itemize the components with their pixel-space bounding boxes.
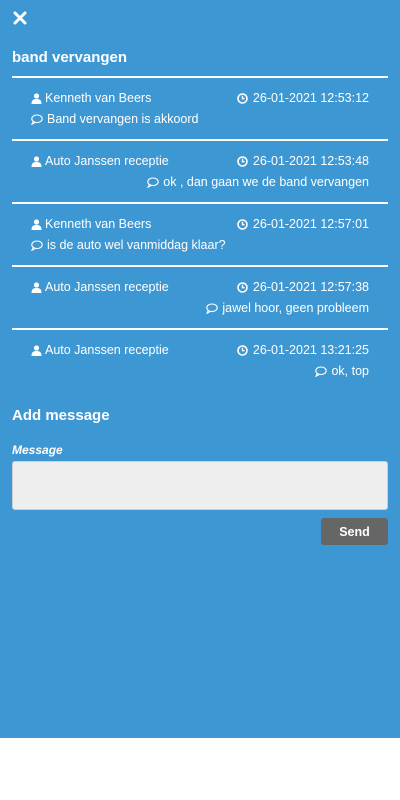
message-body: ok, top (331, 364, 369, 378)
timestamp: 26-01-2021 12:57:01 (252, 217, 369, 231)
message-text: jawel hoor, geen probleem (206, 301, 369, 315)
author-name: Auto Janssen receptie (45, 154, 169, 168)
author-name: Auto Janssen receptie (45, 280, 169, 294)
user-icon (31, 344, 42, 356)
clock-icon (237, 155, 248, 167)
message-author: Kenneth van Beers (31, 91, 151, 105)
clock-icon (237, 344, 248, 356)
author-name: Kenneth van Beers (45, 217, 152, 231)
message-item: Auto Janssen receptie 26-01-2021 13:21:2… (12, 328, 388, 391)
user-icon (31, 218, 42, 230)
user-icon (31, 92, 42, 104)
message-time: 26-01-2021 12:53:48 (237, 154, 369, 168)
send-button[interactable]: Send (321, 518, 388, 545)
timestamp: 26-01-2021 12:53:48 (252, 154, 369, 168)
close-button[interactable] (13, 11, 29, 27)
clock-icon (237, 218, 248, 230)
message-input[interactable] (12, 461, 388, 510)
message-text: is de auto wel vanmiddag klaar? (31, 238, 226, 252)
message-item: Kenneth van Beers 26-01-2021 12:53:12 Ba… (12, 76, 388, 139)
message-author: Auto Janssen receptie (31, 343, 169, 357)
message-body: ok , dan gaan we de band vervangen (163, 175, 369, 189)
close-icon[interactable] (13, 11, 29, 25)
timestamp: 26-01-2021 13:21:25 (252, 343, 369, 357)
message-text: ok, top (315, 364, 369, 378)
message-author: Auto Janssen receptie (31, 154, 169, 168)
message-time: 26-01-2021 13:21:25 (237, 343, 369, 357)
message-text: ok , dan gaan we de band vervangen (147, 175, 369, 189)
message-body: jawel hoor, geen probleem (222, 301, 369, 315)
message-label: Message (12, 443, 63, 457)
conversation-title: band vervangen (12, 49, 128, 66)
timestamp: 26-01-2021 12:57:38 (252, 280, 369, 294)
clock-icon (237, 92, 248, 104)
message-time: 26-01-2021 12:57:38 (237, 280, 369, 294)
user-icon (31, 155, 42, 167)
speech-bubble-icon (206, 302, 219, 314)
message-item: Auto Janssen receptie 26-01-2021 12:53:4… (12, 139, 388, 202)
add-message-heading: Add message (12, 407, 110, 424)
message-body: is de auto wel vanmiddag klaar? (47, 238, 226, 252)
message-author: Kenneth van Beers (31, 217, 151, 231)
timestamp: 26-01-2021 12:53:12 (252, 91, 369, 105)
clock-icon (237, 281, 248, 293)
message-item: Kenneth van Beers 26-01-2021 12:57:01 is… (12, 202, 388, 265)
chat-panel: band vervangen Kenneth van Beers 26-01-2… (0, 0, 400, 738)
message-thread: Kenneth van Beers 26-01-2021 12:53:12 Ba… (12, 76, 388, 391)
speech-bubble-icon (147, 176, 160, 188)
speech-bubble-icon (315, 365, 328, 377)
message-text: Band vervangen is akkoord (31, 112, 198, 126)
message-time: 26-01-2021 12:57:01 (237, 217, 369, 231)
message-time: 26-01-2021 12:53:12 (237, 91, 369, 105)
author-name: Auto Janssen receptie (45, 343, 169, 357)
speech-bubble-icon (31, 239, 43, 251)
user-icon (31, 281, 42, 293)
message-body: Band vervangen is akkoord (47, 112, 199, 126)
author-name: Kenneth van Beers (45, 91, 152, 105)
message-item: Auto Janssen receptie 26-01-2021 12:57:3… (12, 265, 388, 328)
message-author: Auto Janssen receptie (31, 280, 169, 294)
speech-bubble-icon (31, 113, 43, 125)
